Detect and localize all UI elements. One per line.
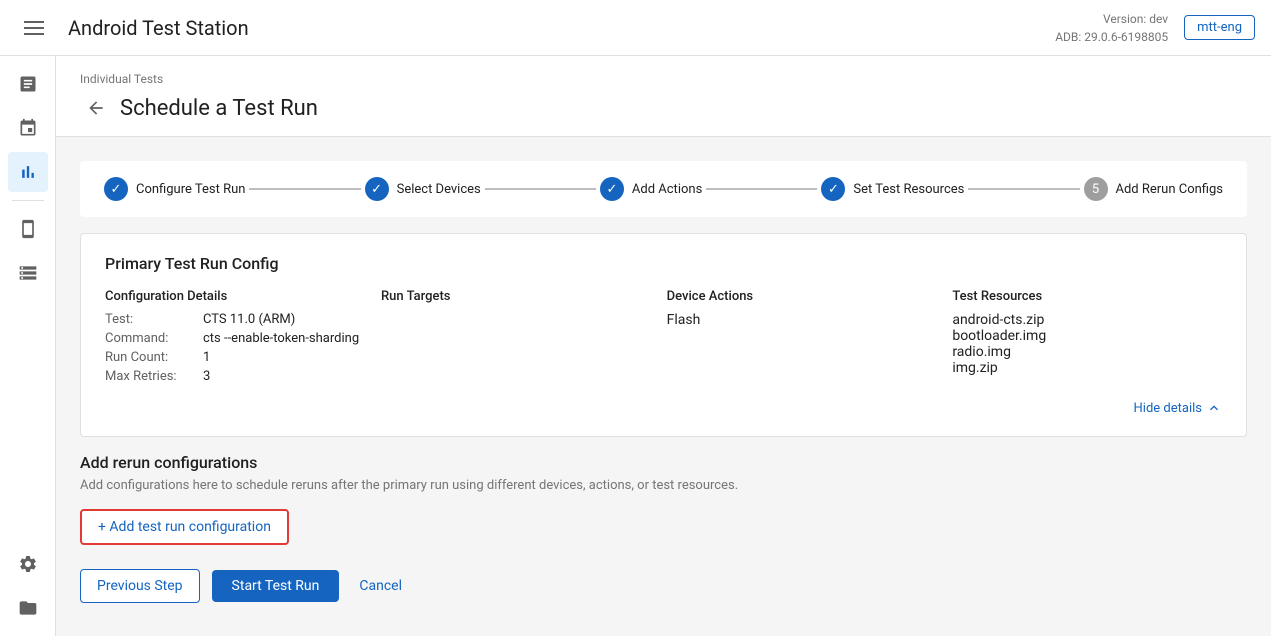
resource-2: bootloader.img	[952, 328, 1222, 344]
footer-actions: Previous Step Start Test Run Cancel	[80, 569, 1247, 603]
sidebar-item-settings[interactable]	[8, 544, 48, 584]
max-retries-label: Max Retries:	[105, 369, 195, 384]
sidebar	[0, 56, 56, 636]
previous-step-button[interactable]: Previous Step	[80, 569, 200, 603]
hamburger-menu[interactable]	[16, 13, 52, 43]
step-label-3: Add Actions	[632, 182, 702, 197]
profile-button[interactable]: mtt-eng	[1184, 15, 1255, 40]
step-rerun: 5 Add Rerun Configs	[1084, 177, 1224, 201]
run-targets-header: Run Targets	[381, 289, 651, 304]
add-config-button[interactable]: + Add test run configuration	[80, 509, 289, 545]
config-grid: Configuration Details Test: CTS 11.0 (AR…	[105, 289, 1222, 388]
step-resources: ✓ Set Test Resources	[821, 177, 964, 201]
hide-details-button[interactable]: Hide details	[105, 400, 1222, 416]
step-actions: ✓ Add Actions	[600, 177, 702, 201]
add-rerun-desc: Add configurations here to schedule reru…	[80, 478, 1247, 493]
sidebar-bottom	[8, 544, 48, 628]
device-actions-header: Device Actions	[667, 289, 937, 304]
device-action-flash: Flash	[667, 312, 937, 328]
step-connector-1	[249, 188, 360, 190]
step-done-icon-4: ✓	[821, 177, 845, 201]
step-connector-3	[706, 188, 817, 190]
primary-card-title: Primary Test Run Config	[105, 254, 1222, 273]
step-label-2: Select Devices	[397, 182, 481, 197]
version-info: Version: dev ADB: 29.0.6-6198805	[1055, 10, 1168, 46]
max-retries-value: 3	[203, 369, 210, 384]
add-rerun-title: Add rerun configurations	[80, 453, 1247, 472]
step-connector-4	[968, 188, 1079, 190]
sidebar-item-tests[interactable]	[8, 64, 48, 104]
command-label: Command:	[105, 331, 195, 346]
breadcrumb: Individual Tests	[80, 72, 1247, 86]
step-label-4: Set Test Resources	[853, 182, 964, 197]
back-button[interactable]	[80, 92, 112, 124]
app-header: Android Test Station Version: dev ADB: 2…	[0, 0, 1271, 56]
app-title: Android Test Station	[68, 16, 249, 40]
step-label-1: Configure Test Run	[136, 182, 245, 197]
config-details-section: Configuration Details Test: CTS 11.0 (AR…	[105, 289, 365, 388]
step-done-icon-2: ✓	[365, 177, 389, 201]
sidebar-item-resources[interactable]	[8, 253, 48, 293]
step-num-icon-5: 5	[1084, 177, 1108, 201]
test-resources-section: Test Resources android-cts.zip bootloade…	[952, 289, 1222, 388]
resource-1: android-cts.zip	[952, 312, 1222, 328]
step-connector-2	[485, 188, 596, 190]
step-label-5: Add Rerun Configs	[1116, 182, 1224, 197]
test-value: CTS 11.0 (ARM)	[203, 312, 295, 327]
main-content: Individual Tests Schedule a Test Run ✓ C…	[56, 56, 1271, 636]
stepper: ✓ Configure Test Run ✓ Select Devices ✓ …	[80, 161, 1247, 217]
cancel-button[interactable]: Cancel	[351, 570, 410, 602]
sidebar-item-devices[interactable]	[8, 209, 48, 249]
step-done-icon-3: ✓	[600, 177, 624, 201]
run-count-label: Run Count:	[105, 350, 195, 365]
command-value: cts --enable-token-sharding	[203, 331, 359, 346]
step-done-icon-1: ✓	[104, 177, 128, 201]
sidebar-divider	[12, 200, 44, 201]
primary-config-card: Primary Test Run Config Configuration De…	[80, 233, 1247, 437]
start-test-run-button[interactable]: Start Test Run	[212, 570, 340, 602]
test-resources-header: Test Resources	[952, 289, 1222, 304]
page-title: Schedule a Test Run	[120, 96, 318, 121]
breadcrumb-area: Individual Tests Schedule a Test Run	[56, 56, 1271, 137]
config-header: Configuration Details	[105, 289, 365, 304]
run-count-value: 1	[203, 350, 210, 365]
resource-3: radio.img	[952, 344, 1222, 360]
device-actions-section: Device Actions Flash	[667, 289, 937, 388]
step-configure: ✓ Configure Test Run	[104, 177, 245, 201]
step-devices: ✓ Select Devices	[365, 177, 481, 201]
test-label: Test:	[105, 312, 195, 327]
sidebar-item-analytics[interactable]	[8, 152, 48, 192]
add-rerun-section: Add rerun configurations Add configurati…	[80, 453, 1247, 545]
sidebar-item-files[interactable]	[8, 588, 48, 628]
sidebar-item-schedule[interactable]	[8, 108, 48, 148]
resource-4: img.zip	[952, 360, 1222, 376]
run-targets-section: Run Targets	[381, 289, 651, 388]
